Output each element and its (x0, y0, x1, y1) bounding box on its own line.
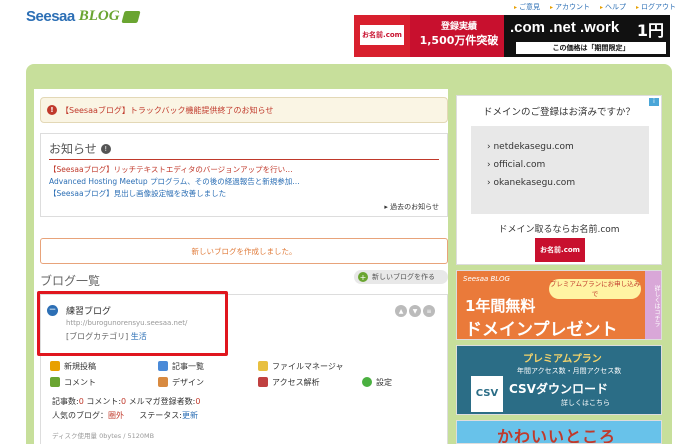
domain-ad-subtitle: ドメイン取るならお名前.com (498, 225, 620, 235)
domain-item[interactable]: netdekasegu.com (487, 138, 649, 156)
menu-design[interactable]: デザイン (158, 377, 258, 388)
menu-comments[interactable]: コメント (50, 377, 158, 388)
domain-ad[interactable]: i ドメインのご登録はお済みですか？ netdekasegu.com offic… (456, 95, 662, 265)
comment-icon (50, 377, 60, 387)
top-banner-ad[interactable]: お名前.com 登録実績 1,500万件突破 .com .net .work 1… (354, 15, 670, 57)
news-list: 【Seesaaブログ】リッチテキストエディタのバージョンアップを行い… Adva… (49, 164, 300, 200)
menu-file-manager[interactable]: ファイルマネージャ (258, 361, 343, 372)
banner-line2: 1,500万件突破 (419, 34, 499, 47)
premium-domain-ad[interactable]: Seesaa BLOG プレミアムプランにお申し込みで 1年間無料 ドメインプレ… (456, 270, 662, 340)
blog-list-title: ブログ一覧 (40, 274, 101, 288)
status-link[interactable]: 更新 (182, 411, 198, 420)
onamae-logo: お名前.com (535, 238, 585, 262)
menu-access-analysis[interactable]: アクセス解析 (258, 377, 362, 388)
domain-item[interactable]: okanekasegu.com (487, 174, 649, 192)
premium-ad-line1: 1年間無料 (465, 297, 536, 315)
info-icon: ! (100, 143, 111, 154)
card-actions: ▲ ▼ ≡ (395, 305, 435, 317)
premium-ad-bubble: プレミアムプランにお申し込みで (549, 279, 641, 299)
disk-usage: ディスク使用量 0bytes / 5120MB (52, 432, 155, 440)
new-blog-button[interactable]: + 新しいブログを作る (354, 270, 448, 284)
article-count: 0 (78, 397, 84, 406)
notice-banner[interactable]: ! 【Seesaaブログ】トラックバック機能提供終了のお知らせ (40, 97, 448, 123)
list-icon (158, 361, 168, 371)
news-item[interactable]: 【Seesaaブログ】リッチテキストエディタのバージョンアップを行い… (49, 164, 300, 176)
header: Seesaa BLOG ご意見 アカウント ヘルプ ログアウト お名前.com … (0, 0, 700, 64)
nav-logout[interactable]: ログアウト (636, 2, 676, 12)
csv-ad-main: CSVダウンロード (509, 382, 608, 396)
plus-icon: + (358, 272, 368, 282)
palette-icon (158, 377, 168, 387)
banner-mini-logo: お名前.com (362, 31, 402, 39)
bottom-ad[interactable]: かわいいところ (456, 420, 662, 444)
gear-icon (362, 377, 372, 387)
csv-ad-link: 詳しくはこちら (561, 399, 610, 407)
menu-article-list[interactable]: 記事一覧 (158, 361, 258, 372)
highlight-box (37, 291, 228, 356)
chart-icon (258, 377, 268, 387)
banner-domains: .com .net .work (510, 19, 620, 36)
csv-file-icon: CSV (471, 376, 503, 412)
blog-menu: 新規投稿 記事一覧 ファイルマネージャ コメント デザイン アクセス解析 設定 (50, 358, 440, 390)
banner-caption: この価格は「期間限定」 (516, 42, 666, 54)
past-news-link[interactable]: 過去のお知らせ (384, 202, 439, 212)
move-up-icon[interactable]: ▲ (395, 305, 407, 317)
csv-download-ad[interactable]: CSV プレミアムプラン 年間アクセス数・月間アクセス数 CSVダウンロード 詳… (456, 345, 662, 415)
logo-blog: BLOG (78, 8, 120, 24)
folder-icon (258, 361, 268, 371)
premium-ad-line2: ドメインプレゼント (465, 320, 618, 340)
warning-icon: ! (47, 105, 57, 115)
menu-settings[interactable]: 設定 (362, 377, 392, 388)
card-menu-icon[interactable]: ≡ (423, 305, 435, 317)
mailmag-count: 0 (195, 397, 201, 406)
news-divider (49, 159, 439, 160)
popularity-rank: 圏外 (108, 411, 124, 420)
book-icon (120, 10, 141, 23)
csv-ad-title: プレミアムプラン (523, 354, 602, 365)
nav-help[interactable]: ヘルプ (600, 2, 626, 12)
bottom-ad-text: かわいいところ (497, 427, 617, 444)
create-blog-message[interactable]: 新しいブログを作成しました。 (40, 238, 448, 264)
menu-new-post[interactable]: 新規投稿 (50, 361, 158, 372)
logo-seesaa: Seesaa (26, 8, 75, 25)
news-box: お知らせ ! 【Seesaaブログ】リッチテキストエディタのバージョンアップを行… (40, 133, 448, 217)
blog-stats: 記事数:0 コメント:0 メルマガ登録者数:0 人気のブログ：圏外 ステータス:… (52, 397, 201, 420)
news-title: お知らせ ! (49, 140, 111, 157)
news-item[interactable]: Advanced Hosting Meetup プログラム、その後の経過報告と新… (49, 176, 300, 188)
top-nav: ご意見 アカウント ヘルプ ログアウト (514, 2, 676, 12)
seesaa-blog-logo[interactable]: Seesaa BLOG (26, 8, 141, 25)
csv-ad-sub: 年間アクセス数・月間アクセス数 (517, 367, 622, 375)
nav-feedback[interactable]: ご意見 (514, 2, 540, 12)
news-item[interactable]: 【Seesaaブログ】見出し画像設定幅を改善しました (49, 188, 300, 200)
new-blog-label: 新しいブログを作る (372, 273, 435, 281)
pencil-icon (50, 361, 60, 371)
move-down-icon[interactable]: ▼ (409, 305, 421, 317)
nav-account[interactable]: アカウント (550, 2, 590, 12)
domain-item[interactable]: official.com (487, 156, 649, 174)
comment-count: 0 (121, 397, 127, 406)
premium-ad-side: 詳しくはコチラ (645, 271, 661, 339)
banner-price: 1円 (636, 21, 664, 40)
notice-text: 【Seesaaブログ】トラックバック機能提供終了のお知らせ (61, 105, 274, 115)
domain-list: netdekasegu.com official.com okanekasegu… (471, 126, 649, 214)
domain-ad-title: ドメインのご登録はお済みですか？ (482, 107, 635, 118)
banner-line1: 登録実績 (440, 22, 477, 32)
